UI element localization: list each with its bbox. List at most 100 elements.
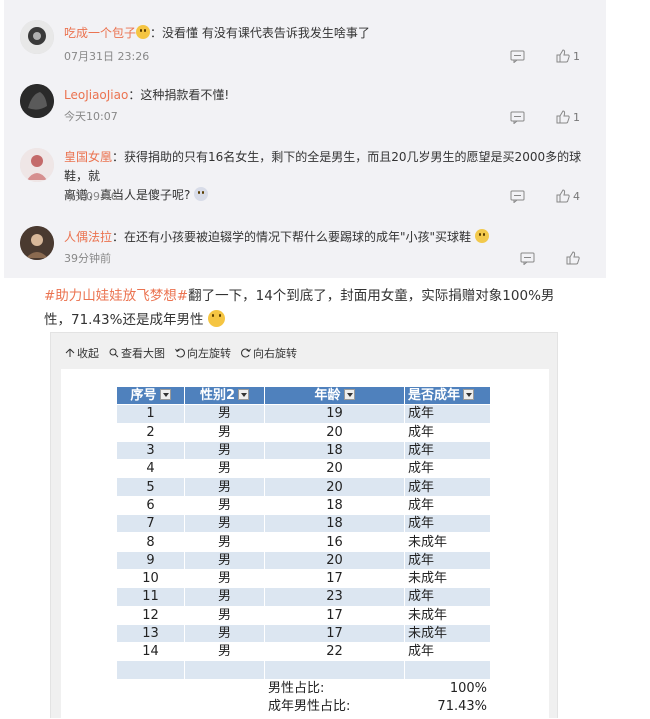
rotate-left-button[interactable]: 向左旋转	[175, 345, 231, 361]
table-row: 8 男 16 未成年	[116, 532, 491, 552]
table-cell: 男	[184, 459, 265, 479]
table-cell: 5	[116, 477, 185, 497]
like-button[interactable]: 4	[556, 189, 580, 203]
comment-time: 39分钟前	[64, 252, 111, 265]
table-cell: 男	[184, 550, 265, 570]
table-cell: 男	[184, 440, 265, 461]
table-row: 1 男 19 成年	[116, 404, 491, 424]
table-cell: 18	[264, 495, 405, 516]
table-cell: 19	[264, 404, 405, 424]
emoji-icon	[136, 25, 151, 39]
comment-text: 吃成一个包子 ：没看懂 有没有课代表告诉我发生啥事了	[64, 25, 370, 40]
table-cell: 20	[264, 422, 405, 442]
table-cell: 11	[116, 587, 185, 607]
table-header-row: 序号 性别2 年龄 是否成年	[116, 385, 491, 406]
emoji-icon	[207, 310, 225, 327]
search-icon	[109, 348, 119, 358]
table-cell: 男	[184, 404, 265, 424]
table-cell: 未成年	[404, 605, 491, 625]
table-cell: 22	[264, 642, 405, 662]
like-count: 4	[573, 189, 580, 203]
table-cell	[184, 697, 265, 717]
table-cell: 成年	[404, 404, 491, 424]
summary-value: 71.43%	[404, 697, 491, 717]
column-header-label: 是否成年	[408, 388, 461, 404]
table-row: 5 男 20 成年	[116, 477, 491, 497]
avatar[interactable]	[20, 20, 54, 54]
table-cell: 18	[264, 514, 405, 534]
table-cell: 未成年	[404, 568, 491, 589]
table-cell	[184, 660, 265, 680]
rotate-right-button[interactable]: 向右旋转	[241, 345, 297, 361]
table-cell: 男	[184, 587, 265, 607]
table-cell: 12	[116, 605, 185, 625]
table-row: 13 男 17 未成年	[116, 623, 491, 644]
collapse-icon	[65, 348, 75, 357]
table-cell: 成年	[404, 477, 491, 497]
column-header: 序号	[116, 385, 185, 406]
image-viewer: 收起 查看大图 向左旋转 向右旋转 序号 性别2 年龄 是否成年 1 男 19 成年 2 男 20 成…	[50, 332, 558, 719]
comment-time: 今天10:07	[64, 110, 118, 123]
collapse-button[interactable]: 收起	[65, 345, 99, 361]
post-text: #助力山娃娃放飞梦想#翻了一下，14个到底了，封面用女童，实际捐赠对象100%男…	[44, 288, 555, 328]
reply-button[interactable]	[520, 252, 535, 265]
table-row: 9 男 20 成年	[116, 550, 491, 570]
table-row	[116, 660, 491, 680]
table-cell	[184, 678, 265, 699]
table-cell: 男	[184, 477, 265, 497]
table-cell: 8	[116, 532, 185, 552]
table-cell: 男	[184, 605, 265, 625]
summary-value: 100%	[404, 678, 491, 699]
table-row: 2 男 20 成年	[116, 422, 491, 442]
table-cell: 1	[116, 404, 185, 424]
comment-username[interactable]: 人偶法拉	[64, 230, 112, 244]
table-cell: 成年	[404, 550, 491, 570]
comment-username[interactable]: 皇国女凰	[64, 150, 112, 164]
avatar[interactable]	[20, 84, 54, 118]
table-row: 3 男 18 成年	[116, 440, 491, 461]
filter-dropdown-icon	[463, 389, 475, 401]
table-cell: 4	[116, 459, 185, 479]
table-cell: 16	[264, 532, 405, 552]
thumbs-up-icon	[556, 110, 570, 124]
thumbs-up-icon	[556, 49, 570, 63]
column-header: 是否成年	[404, 385, 491, 406]
data-table: 序号 性别2 年龄 是否成年 1 男 19 成年 2 男 20 成年 3 男 18 成年 4 男 20 成年 5 男 20 成…	[116, 385, 491, 717]
table-cell: 10	[116, 568, 185, 589]
table-cell: 男	[184, 623, 265, 644]
table-cell: 14	[116, 642, 185, 662]
filter-dropdown-icon	[238, 389, 250, 401]
like-button[interactable]: 1	[556, 110, 580, 124]
comment-username[interactable]: LeoJiaoJiao	[64, 88, 128, 102]
table-cell: 23	[264, 587, 405, 607]
like-button[interactable]	[566, 251, 583, 265]
comment-icon	[510, 190, 525, 203]
table-row: 6 男 18 成年	[116, 495, 491, 516]
table-cell: 男	[184, 568, 265, 589]
avatar[interactable]	[20, 226, 54, 260]
table-row: 12 男 17 未成年	[116, 605, 491, 625]
column-header-label: 序号	[130, 388, 157, 404]
emoji-icon	[474, 229, 489, 243]
like-count: 1	[573, 110, 580, 124]
hashtag-link[interactable]: #助力山娃娃放飞梦想#	[44, 288, 188, 304]
rotate-left-icon	[175, 348, 185, 358]
like-button[interactable]: 1	[556, 49, 580, 63]
view-large-button[interactable]: 查看大图	[109, 345, 165, 361]
avatar[interactable]	[20, 148, 54, 182]
table-cell: 成年	[404, 495, 491, 516]
emoji-icon	[194, 187, 209, 201]
reply-button[interactable]	[510, 111, 525, 124]
table-row: 7 男 18 成年	[116, 514, 491, 534]
filter-dropdown-icon	[343, 389, 355, 401]
table-cell: 13	[116, 623, 185, 644]
table-cell: 男	[184, 422, 265, 442]
image-toolbar: 收起 查看大图 向左旋转 向右旋转	[65, 345, 297, 361]
table-cell: 20	[264, 477, 405, 497]
reply-button[interactable]	[510, 50, 525, 63]
summary-row: 成年男性占比: 71.43%	[116, 697, 491, 717]
comment-username[interactable]: 吃成一个包子	[64, 26, 136, 40]
like-count: 1	[573, 49, 580, 63]
reply-button[interactable]	[510, 190, 525, 203]
thumbs-up-icon	[566, 251, 580, 265]
